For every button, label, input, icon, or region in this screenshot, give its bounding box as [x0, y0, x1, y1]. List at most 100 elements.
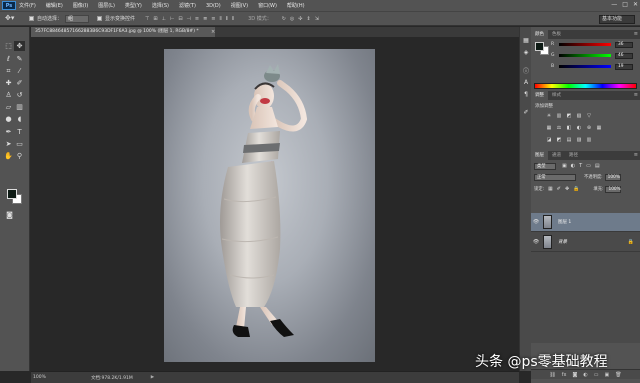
history-brush-tool-icon[interactable]: ↺ — [14, 90, 25, 100]
channel-mixer-icon[interactable]: ⊛ — [585, 124, 593, 131]
document-canvas[interactable] — [164, 49, 375, 362]
tab-adjustments[interactable]: 调整 — [531, 91, 548, 100]
new-group-icon[interactable]: ▭ — [594, 372, 599, 378]
distribute-left-icon[interactable]: ⦀ — [219, 16, 221, 22]
layer-row-layer-1[interactable]: 👁 图层 1 — [531, 213, 640, 232]
align-left-icon[interactable]: ⊢ — [170, 16, 174, 22]
color-panel-foreground-swatch[interactable] — [535, 42, 544, 51]
3d-scale-icon[interactable]: ⇲ — [315, 16, 319, 22]
move-tool-preset-icon[interactable]: ✥▾ — [5, 14, 21, 24]
blue-track[interactable] — [559, 65, 611, 68]
color-lookup-icon[interactable]: ▦ — [595, 124, 603, 131]
tab-layers[interactable]: 图层 — [531, 151, 548, 160]
fill-input[interactable]: 100% — [605, 185, 622, 193]
opacity-input[interactable]: 100% — [604, 173, 621, 181]
lock-image-icon[interactable]: ✐ — [557, 186, 561, 192]
3d-drag-icon[interactable]: ✣ — [298, 16, 302, 22]
lasso-tool-icon[interactable]: ℓ — [3, 54, 14, 64]
crop-tool-icon[interactable]: ⌗ — [3, 66, 14, 76]
healing-brush-tool-icon[interactable]: ✚ — [3, 78, 14, 88]
clone-stamp-tool-icon[interactable]: ♙ — [3, 90, 14, 100]
color-spectrum-bar[interactable] — [534, 83, 637, 89]
menu-file[interactable]: 文件(F) — [19, 2, 36, 9]
distribute-top-icon[interactable]: ≡ — [195, 16, 199, 22]
align-right-icon[interactable]: ⊣ — [187, 16, 191, 22]
curves-icon[interactable]: ◩ — [565, 112, 573, 119]
menu-3d[interactable]: 3D(D) — [206, 3, 221, 9]
blue-slider[interactable]: B 19 — [551, 63, 639, 70]
status-menu-arrow-icon[interactable]: ▶ — [151, 375, 154, 380]
distribute-bottom-icon[interactable]: ≡ — [211, 16, 215, 22]
filter-pixel-icon[interactable]: ▣ — [562, 163, 567, 169]
close-tab-icon[interactable]: × — [211, 27, 215, 37]
auto-select-checkbox[interactable] — [29, 16, 34, 21]
gradient-map-icon[interactable]: ▨ — [575, 136, 583, 143]
character-panel-icon[interactable]: A — [522, 78, 530, 86]
vibrance-icon[interactable]: ▽ — [585, 112, 593, 119]
layer-style-icon[interactable]: fx — [562, 372, 567, 378]
path-select-tool-icon[interactable]: ➤ — [3, 139, 14, 149]
panel-menu-icon[interactable]: ≡ — [634, 30, 638, 39]
filter-adjustment-icon[interactable]: ◐ — [571, 163, 575, 169]
move-tool-icon[interactable]: ✥ — [14, 41, 25, 51]
eraser-tool-icon[interactable]: ▱ — [3, 102, 14, 112]
distribute-center-icon[interactable]: ⦀ — [226, 16, 228, 22]
menu-view[interactable]: 视图(V) — [231, 2, 248, 9]
blue-value[interactable]: 19 — [615, 63, 633, 70]
layer-row-background[interactable]: 👁 背景 🔒 — [531, 233, 640, 252]
tab-styles[interactable]: 样式 — [548, 91, 565, 100]
quick-select-tool-icon[interactable]: ✎ — [14, 54, 25, 64]
align-bottom-icon[interactable]: ⊥ — [162, 16, 166, 22]
new-layer-icon[interactable]: ▣ — [604, 372, 609, 378]
green-track[interactable] — [559, 54, 611, 57]
workspace-dropdown[interactable]: 基本功能 — [599, 15, 635, 24]
close-button[interactable]: ✕ — [633, 1, 638, 8]
menu-type[interactable]: 类型(Y) — [125, 2, 142, 9]
tab-paths[interactable]: 路径 — [565, 151, 582, 160]
3d-slide-icon[interactable]: ⇕ — [307, 16, 311, 22]
invert-icon[interactable]: ◪ — [545, 136, 553, 143]
photo-filter-icon[interactable]: ◐ — [575, 124, 583, 131]
hand-tool-icon[interactable]: ✋ — [3, 151, 14, 161]
gradient-tool-icon[interactable]: ▥ — [14, 102, 25, 112]
filter-type-icon[interactable]: T — [579, 163, 582, 169]
align-top-icon[interactable]: ⊤ — [145, 16, 149, 22]
layers-menu-icon[interactable]: ≡ — [634, 151, 638, 160]
lock-position-icon[interactable]: ✥ — [565, 186, 569, 192]
menu-select[interactable]: 选择(S) — [152, 2, 169, 9]
align-middle-icon[interactable]: ⊞ — [153, 16, 157, 22]
layer-kind-filter[interactable]: 类型 — [534, 162, 556, 170]
maximize-button[interactable]: □ — [622, 1, 628, 8]
3d-roll-icon[interactable]: ◎ — [290, 16, 294, 22]
dodge-tool-icon[interactable]: ◖ — [14, 114, 25, 124]
tab-channels[interactable]: 通道 — [548, 151, 565, 160]
menu-window[interactable]: 窗口(W) — [258, 2, 277, 9]
new-adjustment-icon[interactable]: ◐ — [583, 372, 587, 378]
adjustments-menu-icon[interactable]: ≡ — [634, 91, 638, 100]
filter-shape-icon[interactable]: ▭ — [586, 163, 591, 169]
color-balance-icon[interactable]: ⚖ — [555, 124, 563, 131]
menu-edit[interactable]: 编辑(E) — [46, 2, 63, 9]
history-panel-icon[interactable]: ▦ — [522, 36, 530, 44]
tab-swatches[interactable]: 色板 — [548, 30, 565, 39]
layer-name[interactable]: 图层 1 — [558, 219, 571, 225]
pen-tool-icon[interactable]: ✒ — [3, 127, 14, 137]
auto-select-dropdown[interactable]: 组 — [65, 14, 90, 23]
info-panel-icon[interactable]: ⓘ — [522, 66, 530, 75]
lock-all-icon[interactable]: 🔒 — [573, 186, 579, 192]
selective-color-icon[interactable]: ▥ — [585, 136, 593, 143]
lock-transparent-icon[interactable]: ▦ — [548, 186, 553, 192]
brush-panel-icon[interactable]: ✐ — [522, 108, 530, 116]
document-tab[interactable]: 357FC884648571662883B6C93DF1F6A3.jpg @ 1… — [31, 27, 215, 37]
levels-icon[interactable]: ▥ — [555, 112, 563, 119]
layer-name[interactable]: 背景 — [558, 239, 567, 245]
shape-tool-icon[interactable]: ▭ — [14, 139, 25, 149]
add-mask-icon[interactable]: ◙ — [573, 372, 578, 378]
green-value[interactable]: 46 — [615, 52, 633, 59]
distribute-middle-icon[interactable]: ≣ — [203, 16, 207, 22]
align-center-icon[interactable]: ⊟ — [178, 16, 182, 22]
blur-tool-icon[interactable]: ● — [3, 114, 14, 124]
quick-mask-icon[interactable]: ◙ — [4, 210, 15, 220]
exposure-icon[interactable]: ▧ — [575, 112, 583, 119]
green-slider[interactable]: G 46 — [551, 52, 639, 59]
